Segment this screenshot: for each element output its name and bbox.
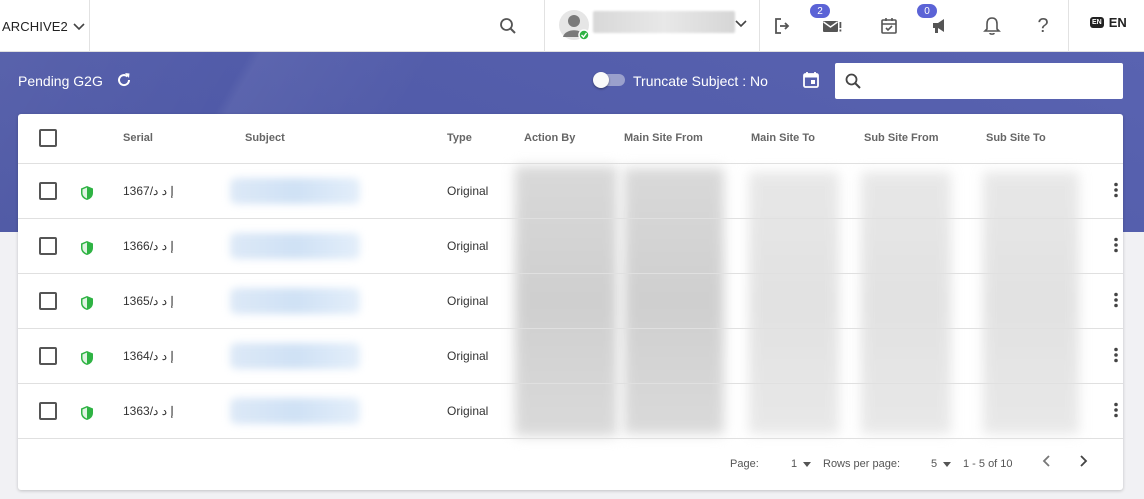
redacted-subject[interactable] bbox=[230, 288, 360, 314]
notifications-bell-icon[interactable] bbox=[976, 10, 1008, 42]
more-vert-icon[interactable] bbox=[1114, 182, 1118, 198]
help-icon[interactable]: ? bbox=[1027, 10, 1059, 42]
more-vert-icon[interactable] bbox=[1114, 237, 1118, 253]
serial-cell[interactable]: 1367/إ د د bbox=[123, 184, 174, 198]
language-label: EN bbox=[1108, 15, 1127, 30]
column-header-main-site-to[interactable]: Main Site To bbox=[751, 132, 815, 144]
column-header-type[interactable]: Type bbox=[447, 132, 472, 144]
rows-per-page-select[interactable]: 5 bbox=[931, 458, 952, 470]
truncate-subject-toggle[interactable] bbox=[593, 72, 625, 88]
serial-cell[interactable]: 1365/إ د د bbox=[123, 294, 174, 308]
row-checkbox[interactable] bbox=[39, 292, 57, 310]
table-row[interactable]: 1366/إ د د Original bbox=[18, 219, 1123, 274]
pending-g2g-table: Serial Subject Type Action By Main Site … bbox=[18, 114, 1123, 490]
shield-check-icon bbox=[81, 351, 93, 365]
avatar[interactable] bbox=[557, 8, 591, 42]
serial-cell[interactable]: 1364/إ د د bbox=[123, 349, 174, 363]
type-cell: Original bbox=[447, 294, 489, 308]
search-field[interactable] bbox=[835, 63, 1123, 99]
inbox-icon[interactable]: 2 bbox=[810, 4, 848, 42]
column-header-action-by[interactable]: Action By bbox=[524, 132, 575, 144]
serial-cell[interactable]: 1366/إ د د bbox=[123, 239, 174, 253]
row-checkbox[interactable] bbox=[39, 237, 57, 255]
truncate-subject-label: Truncate Subject : No bbox=[633, 73, 768, 89]
redacted-subject[interactable] bbox=[230, 233, 360, 259]
table-row[interactable]: 1367/إ د د Original bbox=[18, 164, 1123, 219]
language-switcher[interactable]: EN EN bbox=[1090, 15, 1127, 30]
page-value: 1 bbox=[791, 458, 798, 470]
row-checkbox[interactable] bbox=[39, 347, 57, 365]
search-icon bbox=[845, 73, 861, 89]
shield-check-icon bbox=[81, 186, 93, 200]
row-checkbox[interactable] bbox=[39, 402, 57, 420]
logout-icon[interactable] bbox=[766, 10, 798, 42]
column-header-subject[interactable]: Subject bbox=[245, 132, 285, 144]
row-checkbox[interactable] bbox=[39, 182, 57, 200]
broadcast-icon[interactable]: 0 bbox=[917, 4, 956, 42]
user-name-redacted bbox=[593, 11, 735, 33]
refresh-icon[interactable] bbox=[115, 71, 133, 92]
calendar-icon[interactable] bbox=[802, 71, 820, 92]
column-header-main-site-from[interactable]: Main Site From bbox=[624, 132, 703, 144]
more-vert-icon[interactable] bbox=[1114, 402, 1118, 418]
page-range: 1 - 5 of 10 bbox=[963, 458, 1013, 470]
shield-check-icon bbox=[81, 241, 93, 255]
type-cell: Original bbox=[447, 239, 489, 253]
chevron-down-icon bbox=[73, 23, 85, 31]
select-all-checkbox[interactable] bbox=[39, 129, 57, 147]
rows-per-page-label: Rows per page: bbox=[823, 458, 901, 470]
redacted-subject[interactable] bbox=[230, 398, 360, 424]
redacted-subject[interactable] bbox=[230, 343, 360, 369]
page-label: Page: bbox=[730, 458, 759, 470]
chevron-down-icon[interactable] bbox=[731, 13, 751, 33]
type-cell: Original bbox=[447, 184, 489, 198]
language-chip: EN bbox=[1090, 17, 1104, 28]
broadcast-badge: 0 bbox=[917, 4, 937, 18]
table-row[interactable]: 1364/إ د د Original bbox=[18, 329, 1123, 384]
page-select[interactable]: 1 bbox=[791, 458, 812, 470]
shield-check-icon bbox=[81, 406, 93, 420]
next-page-icon[interactable] bbox=[1075, 453, 1091, 469]
search-input[interactable] bbox=[869, 71, 1109, 91]
org-selector[interactable]: ARCHIVE2 bbox=[2, 0, 86, 52]
serial-cell[interactable]: 1363/إ د د bbox=[123, 404, 174, 418]
rows-per-page-value: 5 bbox=[931, 458, 938, 470]
type-cell: Original bbox=[447, 404, 489, 418]
table-row[interactable]: 1363/إ د د Original bbox=[18, 384, 1123, 439]
more-vert-icon[interactable] bbox=[1114, 347, 1118, 363]
pagination-bar: Page: 1 Rows per page: 5 1 - 5 of 10 bbox=[18, 439, 1123, 490]
column-header-sub-site-from[interactable]: Sub Site From bbox=[864, 132, 939, 144]
shield-check-icon bbox=[81, 296, 93, 310]
inbox-badge: 2 bbox=[810, 4, 830, 18]
more-vert-icon[interactable] bbox=[1114, 292, 1118, 308]
org-label: ARCHIVE2 bbox=[2, 18, 68, 34]
column-header-serial[interactable]: Serial bbox=[123, 132, 153, 144]
table-header: Serial Subject Type Action By Main Site … bbox=[18, 114, 1123, 164]
top-bar: ARCHIVE2 2 0 ? EN EN bbox=[0, 0, 1144, 52]
previous-page-icon[interactable] bbox=[1039, 453, 1055, 469]
table-row[interactable]: 1365/إ د د Original bbox=[18, 274, 1123, 329]
type-cell: Original bbox=[447, 349, 489, 363]
global-search-icon[interactable] bbox=[492, 10, 524, 42]
column-header-sub-site-to[interactable]: Sub Site To bbox=[986, 132, 1046, 144]
page-title: Pending G2G bbox=[18, 73, 103, 89]
tasks-icon[interactable] bbox=[873, 10, 905, 42]
redacted-subject[interactable] bbox=[230, 178, 360, 204]
